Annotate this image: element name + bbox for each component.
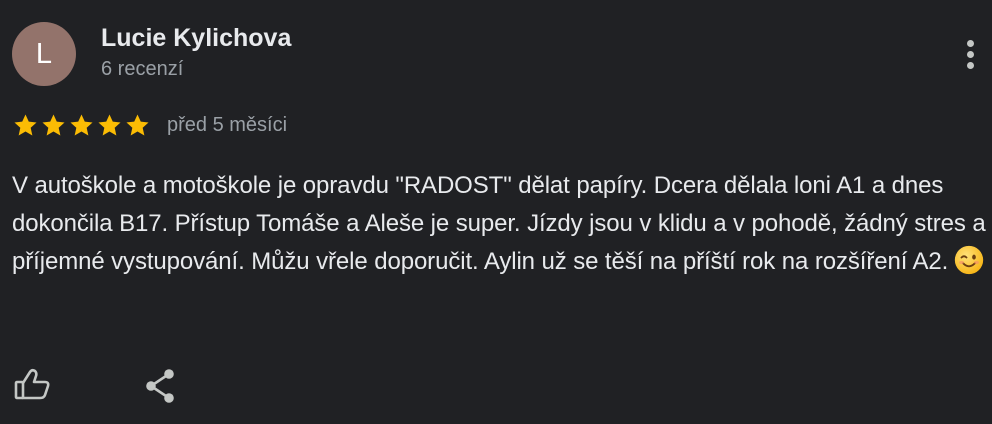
share-button[interactable]	[140, 364, 184, 408]
avatar[interactable]: L	[12, 22, 76, 86]
review-date: před 5 měsíci	[167, 113, 288, 136]
star-icon	[42, 113, 65, 136]
like-button[interactable]	[12, 364, 56, 408]
star-rating	[12, 112, 151, 139]
star-icon	[70, 113, 93, 136]
star-icon	[14, 113, 37, 136]
rating-row: před 5 měsíci	[12, 108, 287, 142]
thumbs-up-icon	[14, 368, 50, 400]
avatar-letter: L	[35, 37, 53, 70]
share-icon	[146, 369, 174, 403]
more-vertical-icon	[966, 39, 974, 47]
winking-face-emoji	[955, 245, 984, 275]
review-text: V autoškole a motoškole je opravdu "RADO…	[12, 167, 992, 281]
more-options-button[interactable]	[950, 30, 990, 78]
review-card: L Lucie Kylichova 6 recenzí před 5 měsíc…	[0, 0, 992, 424]
review-text-content: V autoškole a motoškole je opravdu "RADO…	[12, 172, 986, 275]
author-review-count: 6 recenzí	[101, 58, 184, 80]
star-icon	[98, 113, 121, 136]
star-icon	[126, 113, 149, 136]
author-name[interactable]: Lucie Kylichova	[101, 24, 291, 53]
